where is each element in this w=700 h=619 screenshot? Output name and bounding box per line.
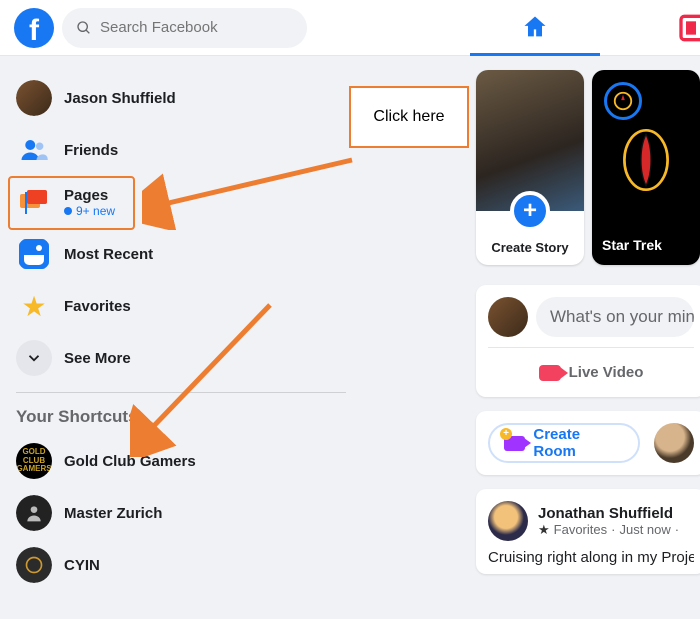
facebook-logo[interactable]: f	[14, 8, 54, 48]
main-feed: + Create Story Star Trek What's on your …	[476, 70, 700, 574]
shortcut-icon	[16, 495, 52, 531]
shortcuts-title: Your Shortcuts	[8, 399, 352, 435]
shortcut-cyin[interactable]: CYIN	[8, 539, 352, 591]
center-tabs	[470, 0, 600, 56]
post-author[interactable]: Jonathan Shuffield	[538, 505, 679, 522]
sidebar-item-label: Most Recent	[64, 246, 153, 263]
story-create-photo: +	[476, 70, 584, 211]
sidebar-item-most-recent[interactable]: Most Recent	[8, 228, 352, 280]
most-recent-icon	[16, 236, 52, 272]
pages-icon	[16, 184, 52, 220]
post-meta: ★ Favorites · Just now ·	[538, 522, 679, 538]
story-author-badge	[604, 82, 642, 120]
sidebar-item-label: Pages	[64, 187, 115, 204]
sidebar-item-label: Master Zurich	[64, 505, 162, 522]
star-icon: ★	[16, 288, 52, 324]
chevron-down-icon	[16, 340, 52, 376]
sidebar-item-pages[interactable]: Pages 9+ new	[8, 176, 352, 228]
avatar	[16, 80, 52, 116]
sidebar-item-label: CYIN	[64, 557, 100, 574]
story-star-trek[interactable]: Star Trek	[592, 70, 700, 265]
feed-post: Jonathan Shuffield ★ Favorites · Just no…	[476, 489, 700, 574]
video-camera-icon	[539, 365, 561, 381]
sidebar-item-sublabel: 9+ new	[64, 204, 115, 218]
composer-input[interactable]: What's on your mind,	[536, 297, 694, 337]
sidebar-item-label: Favorites	[64, 298, 131, 315]
annotation-callout: Click here	[349, 86, 469, 148]
create-room-button[interactable]: Create Room	[488, 423, 640, 463]
sidebar-item-friends[interactable]: Friends	[8, 124, 352, 176]
gaming-icon	[676, 8, 700, 48]
composer: What's on your mind, Live Video	[476, 285, 700, 397]
composer-action-label: Live Video	[569, 364, 644, 381]
top-bar: f	[0, 0, 700, 56]
separator	[16, 392, 346, 393]
shortcut-master-zurich[interactable]: Master Zurich	[8, 487, 352, 539]
sidebar-item-see-more[interactable]: See More	[8, 332, 352, 384]
sidebar-item-profile[interactable]: Jason Shuffield	[8, 72, 352, 124]
rooms-card: Create Room	[476, 411, 700, 475]
sidebar-item-favorites[interactable]: ★ Favorites	[8, 280, 352, 332]
story-create[interactable]: + Create Story	[476, 70, 584, 265]
live-video-button[interactable]: Live Video	[529, 358, 654, 387]
sidebar-item-label: See More	[64, 350, 131, 367]
left-sidebar: Jason Shuffield Friends Pages 9+ new Mos…	[0, 56, 360, 591]
plus-icon: +	[510, 191, 550, 231]
avatar[interactable]	[488, 501, 528, 541]
star-icon: ★	[538, 522, 550, 538]
friends-icon	[16, 132, 52, 168]
room-friend-avatar[interactable]	[654, 423, 694, 463]
avatar[interactable]	[488, 297, 528, 337]
stories-row: + Create Story Star Trek	[476, 70, 700, 265]
sidebar-item-label: Gold Club Gamers	[64, 453, 196, 470]
shortcut-icon	[16, 547, 52, 583]
sidebar-item-label: Jason Shuffield	[64, 90, 176, 107]
gaming-tab[interactable]	[670, 8, 700, 48]
home-icon	[521, 13, 549, 41]
create-room-label: Create Room	[533, 426, 624, 460]
search-box[interactable]	[62, 8, 307, 48]
sidebar-item-label: Friends	[64, 142, 118, 159]
shortcut-gold-club-gamers[interactable]: GOLDCLUBGAMERS Gold Club Gamers	[8, 435, 352, 487]
shortcut-icon: GOLDCLUBGAMERS	[16, 443, 52, 479]
post-body: Cruising right along in my Project	[488, 549, 694, 566]
tab-home[interactable]	[470, 0, 600, 56]
video-camera-plus-icon	[504, 436, 525, 451]
story-label: Star Trek	[602, 237, 662, 253]
search-icon	[76, 20, 92, 36]
search-input[interactable]	[100, 19, 280, 36]
